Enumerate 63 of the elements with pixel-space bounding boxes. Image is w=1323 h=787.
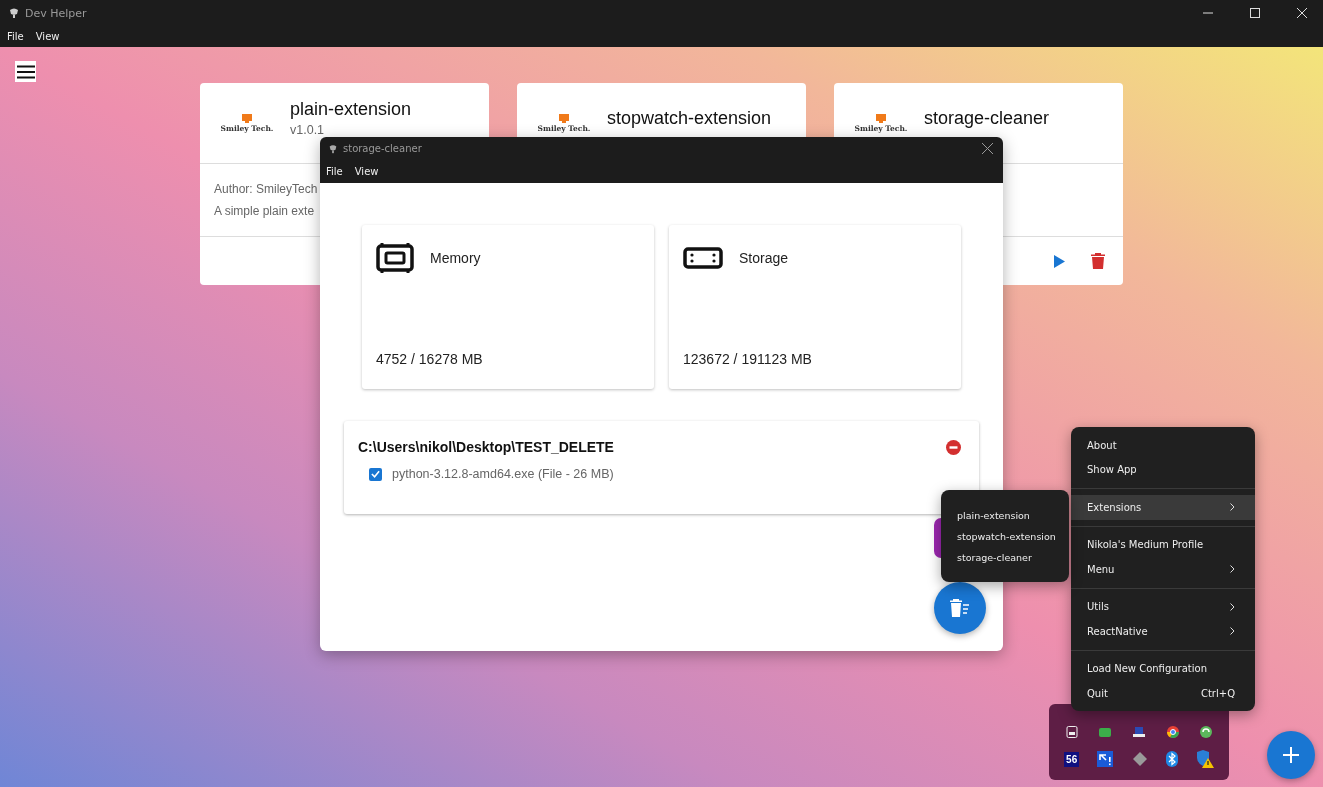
storage-icon (683, 247, 723, 269)
add-button[interactable] (1267, 731, 1315, 779)
refresh-icon[interactable] (1200, 726, 1213, 738)
extension-name: stopwatch-extension (607, 107, 772, 129)
window-title: Dev Helper (25, 6, 87, 20)
submenu-item[interactable]: stopwatch-extension (957, 530, 1069, 542)
folder-path: C:\Users\nikol\Desktop\TEST_DELETE (358, 439, 614, 455)
clean-button[interactable] (934, 582, 986, 634)
extension-description: A simple plain exte (214, 204, 316, 218)
action-button[interactable] (934, 518, 941, 558)
monitor-icon (242, 113, 252, 123)
chevron-icon (1230, 602, 1235, 611)
menubar-entry[interactable]: File (7, 31, 24, 42)
context-menu-item[interactable]: Quit Ctrl+Q (1071, 681, 1255, 706)
menubar-entry[interactable]: File (326, 166, 343, 177)
clipboard-icon[interactable] (1065, 726, 1078, 738)
diamond-icon[interactable] (1131, 751, 1148, 767)
checkbox[interactable] (369, 467, 382, 481)
context-menu-item[interactable]: About (1071, 433, 1255, 458)
dialog-title: storage-cleaner (343, 143, 422, 154)
extension-author: Author: SmileyTech (214, 182, 319, 196)
stat-label: Storage (739, 250, 789, 266)
monitor-icon (559, 113, 569, 123)
tray-app-icon[interactable]: 56 (1064, 751, 1080, 767)
plus-icon (1283, 747, 1299, 763)
menubar-entry[interactable]: View (354, 166, 379, 177)
memory-icon (376, 241, 414, 275)
stat-value: 4752 / 16278 MB (376, 351, 484, 367)
computer-icon[interactable] (1133, 727, 1145, 737)
app-icon (8, 7, 20, 19)
file-name: python-3.12.8-amd64.exe (File - 26 MB) (392, 467, 614, 481)
extension-version: v1.0.1 (290, 123, 326, 137)
play-icon[interactable] (1054, 254, 1065, 268)
context-menu-item[interactable]: Load New Configuration (1071, 656, 1255, 681)
extension-name: plain-extension (290, 99, 412, 120)
close-icon[interactable] (982, 143, 993, 154)
remove-icon[interactable] (946, 439, 961, 455)
remote-icon[interactable] (1097, 751, 1114, 767)
submenu-item[interactable]: plain-extension (957, 509, 1069, 521)
context-menu-item[interactable]: Utils (1071, 594, 1255, 619)
context-menu-item[interactable]: Menu (1071, 557, 1255, 582)
extension-name: storage-cleaner (924, 107, 1050, 129)
menubar-entry[interactable]: View (35, 31, 60, 42)
context-menu-item[interactable]: ReactNative (1071, 619, 1255, 644)
submenu-item[interactable]: storage-cleaner (957, 551, 1069, 563)
app-icon (328, 143, 338, 154)
monitor-icon (876, 113, 886, 123)
context-menu-item[interactable]: Extensions (1071, 495, 1255, 520)
maximize-icon[interactable] (1250, 8, 1260, 18)
trash-icon[interactable] (1091, 253, 1105, 269)
menu-button[interactable] (15, 61, 36, 82)
security-warning-icon[interactable] (1195, 750, 1214, 768)
chevron-icon (1230, 627, 1235, 636)
bluetooth-icon[interactable] (1165, 751, 1178, 767)
trash-list-icon (950, 599, 970, 617)
context-menu-item[interactable]: Nikola's Medium Profile (1071, 532, 1255, 557)
chevron-icon (1230, 503, 1235, 512)
stat-value: 123672 / 191123 MB (683, 351, 813, 367)
chevron-icon (1230, 565, 1235, 574)
stat-label: Memory (430, 250, 481, 266)
browser-icon[interactable] (1166, 726, 1179, 738)
context-menu-item[interactable]: Show App (1071, 457, 1255, 482)
app-tray-icon[interactable] (1099, 727, 1112, 737)
